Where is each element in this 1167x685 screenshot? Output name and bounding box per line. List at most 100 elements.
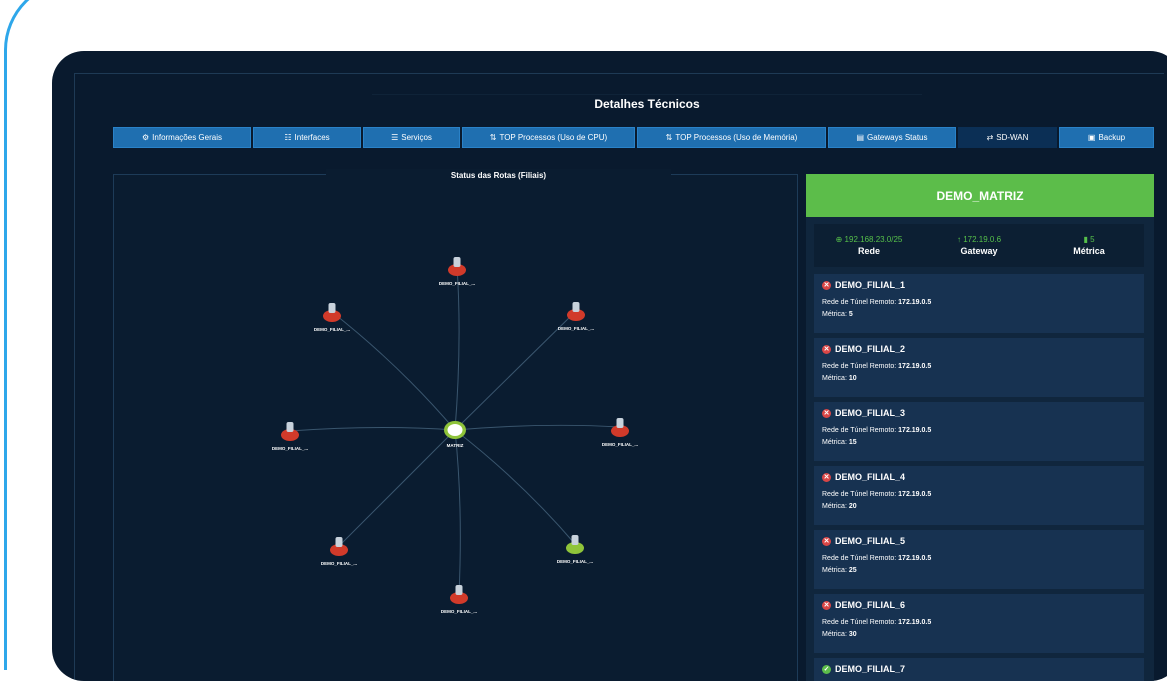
sort-icon: ⇅ [665, 133, 673, 142]
tab-backup[interactable]: ▣ Backup [1059, 127, 1154, 148]
globe-icon-value: ⊕ 192.168.23.0/25 [835, 235, 903, 244]
graph-edge [454, 429, 461, 595]
node-label: DEMO_FILIAL_... [321, 561, 357, 566]
tunnel-label: Rede de Túnel Remoto: [822, 619, 897, 626]
metric-label: Métrica: [822, 503, 847, 510]
graph-node-filial[interactable]: DEMO_FILIAL_... [441, 585, 477, 614]
route-name: DEMO_FILIAL_1 [835, 280, 906, 290]
route-card[interactable]: ✓ DEMO_FILIAL_7 [814, 658, 1144, 681]
arrow-up-icon-value: ↑ 172.19.0.6 [956, 235, 1002, 244]
metric-value: 5 [1090, 235, 1095, 244]
tab-label: Interfaces [294, 133, 330, 142]
route-graph[interactable]: DEMO_FILIAL_... DEMO_FILIAL_... DEMO_FILIA… [114, 175, 799, 681]
graph-node-filial[interactable]: DEMO_FILIAL_... [272, 422, 308, 451]
route-card[interactable]: ✕ DEMO_FILIAL_3 Rede de Túnel Remoto: 172… [814, 402, 1144, 461]
route-card[interactable]: ✕ DEMO_FILIAL_4 Rede de Túnel Remoto: 172… [814, 466, 1144, 525]
metric-label: Métrica: [822, 567, 847, 574]
node-label: DEMO_FILIAL_... [558, 326, 594, 331]
file-icon-value: ▮ 5 [1083, 235, 1095, 244]
tab-gateways-status[interactable]: ▤ Gateways Status [828, 127, 956, 148]
tab-label: SD-WAN [996, 133, 1029, 142]
node-label: DEMO_FILIAL_... [441, 609, 477, 614]
tab-servicos[interactable]: ☰ Serviços [363, 127, 460, 148]
server-icon [453, 257, 461, 267]
server-icon [455, 585, 463, 595]
app-window: Detalhes Técnicos ⚙ Informações Gerais ☷… [52, 51, 1167, 681]
node-label: DEMO_FILIAL_... [314, 327, 350, 332]
tunnel-label: Rede de Túnel Remoto: [822, 363, 897, 370]
sitemap-icon: ☷ [284, 133, 292, 142]
graph-edge [454, 265, 460, 431]
route-name: DEMO_FILIAL_4 [835, 472, 906, 482]
stat-gateway: ↑ 172.19.0.6 Gateway [924, 235, 1034, 256]
content-frame: Detalhes Técnicos ⚙ Informações Gerais ☷… [74, 73, 1164, 681]
tab-interfaces[interactable]: ☷ Interfaces [253, 127, 361, 148]
file-icon: ▤ [856, 133, 865, 142]
metric-value: 10 [848, 375, 857, 382]
metric-label: Métrica: [822, 311, 847, 318]
graph-edge [454, 424, 621, 431]
list-icon: ☰ [391, 133, 399, 142]
route-list: ✕ DEMO_FILIAL_1 Rede de Túnel Remoto: 172… [814, 274, 1144, 681]
route-card[interactable]: ✕ DEMO_FILIAL_1 Rede de Túnel Remoto: 172… [814, 274, 1144, 333]
route-name: DEMO_FILIAL_5 [835, 536, 906, 546]
tunnel-label: Rede de Túnel Remoto: [822, 299, 897, 306]
matriz-name: DEMO_MATRIZ [806, 174, 1154, 217]
route-name: DEMO_FILIAL_2 [835, 344, 906, 354]
page-title: Detalhes Técnicos [372, 94, 922, 116]
node-label: MATRIZ [447, 443, 464, 448]
graph-edge [454, 429, 576, 545]
node-label: DEMO_FILIAL_... [557, 559, 593, 564]
route-card[interactable]: ✕ DEMO_FILIAL_2 Rede de Túnel Remoto: 172… [814, 338, 1144, 397]
network-value: 192.168.23.0/25 [844, 235, 903, 244]
metric-label: Métrica: [822, 631, 847, 638]
tab-informacoes-gerais[interactable]: ⚙ Informações Gerais [113, 127, 251, 148]
node-label: DEMO_FILIAL_... [602, 442, 638, 447]
route-card[interactable]: ✕ DEMO_FILIAL_6 Rede de Túnel Remoto: 172… [814, 594, 1144, 653]
metric-label: Métrica: [822, 439, 847, 446]
route-name: DEMO_FILIAL_7 [835, 664, 906, 674]
check-icon: ✓ [822, 664, 831, 674]
tab-label: Gateways Status [867, 133, 928, 142]
tab-label: Serviços [401, 133, 432, 142]
tab-top-processos-cpu[interactable]: ⇅ TOP Processos (Uso de CPU) [462, 127, 635, 148]
graph-node-filial[interactable]: DEMO_FILIAL_... [558, 302, 594, 331]
tunnel-label: Rede de Túnel Remoto: [822, 427, 897, 434]
metric-label: Métrica: [822, 375, 847, 382]
node-core-icon [447, 424, 463, 436]
graph-node-filial[interactable]: DEMO_FILIAL_... [439, 257, 475, 286]
graph-node-filial[interactable]: DEMO_FILIAL_... [314, 303, 350, 332]
graph-node-filial[interactable]: DEMO_FILIAL_... [602, 418, 638, 447]
tunnel-label: Rede de Túnel Remoto: [822, 555, 897, 562]
graph-node-filial[interactable]: DEMO_FILIAL_... [557, 535, 593, 564]
sort-icon: ⇅ [489, 133, 497, 142]
network-label: Rede [857, 246, 880, 256]
error-icon: ✕ [822, 472, 831, 482]
tab-label: TOP Processos (Uso de CPU) [499, 133, 608, 142]
graph-node-filial[interactable]: DEMO_FILIAL_... [321, 537, 357, 566]
node-label: DEMO_FILIAL_... [439, 281, 475, 286]
server-icon [571, 535, 579, 545]
node-label: DEMO_FILIAL_... [272, 446, 308, 451]
error-icon: ✕ [822, 344, 831, 354]
route-card[interactable]: ✕ DEMO_FILIAL_5 Rede de Túnel Remoto: 172… [814, 530, 1144, 589]
error-icon: ✕ [822, 536, 831, 546]
tab-label: Informações Gerais [152, 133, 222, 142]
metric-value: 15 [848, 439, 857, 446]
metric-value: 25 [848, 567, 857, 574]
tab-sd-wan[interactable]: ⇄ SD-WAN [958, 127, 1057, 148]
matriz-stats: ⊕ 192.168.23.0/25 Rede ↑ 172.19.0.6 Gate… [814, 224, 1144, 267]
gateway-value: 172.19.0.6 [963, 235, 1002, 244]
server-icon [286, 422, 294, 432]
route-details-panel[interactable]: DEMO_MATRIZ ⊕ 192.168.23.0/25 Rede ↑ 172… [806, 174, 1154, 681]
route-name: DEMO_FILIAL_3 [835, 408, 906, 418]
tunnel-value: 172.19.0.5 [898, 555, 932, 562]
graph-node-matriz[interactable]: MATRIZ [444, 421, 466, 448]
error-icon: ✕ [822, 600, 831, 610]
tab-top-processos-memoria[interactable]: ⇅ TOP Processos (Uso de Memória) [637, 127, 826, 148]
error-icon: ✕ [822, 408, 831, 418]
metric-label: Métrica [1073, 246, 1105, 256]
server-icon [616, 418, 624, 428]
graph-edge [289, 426, 456, 432]
graph-edge [331, 311, 456, 431]
